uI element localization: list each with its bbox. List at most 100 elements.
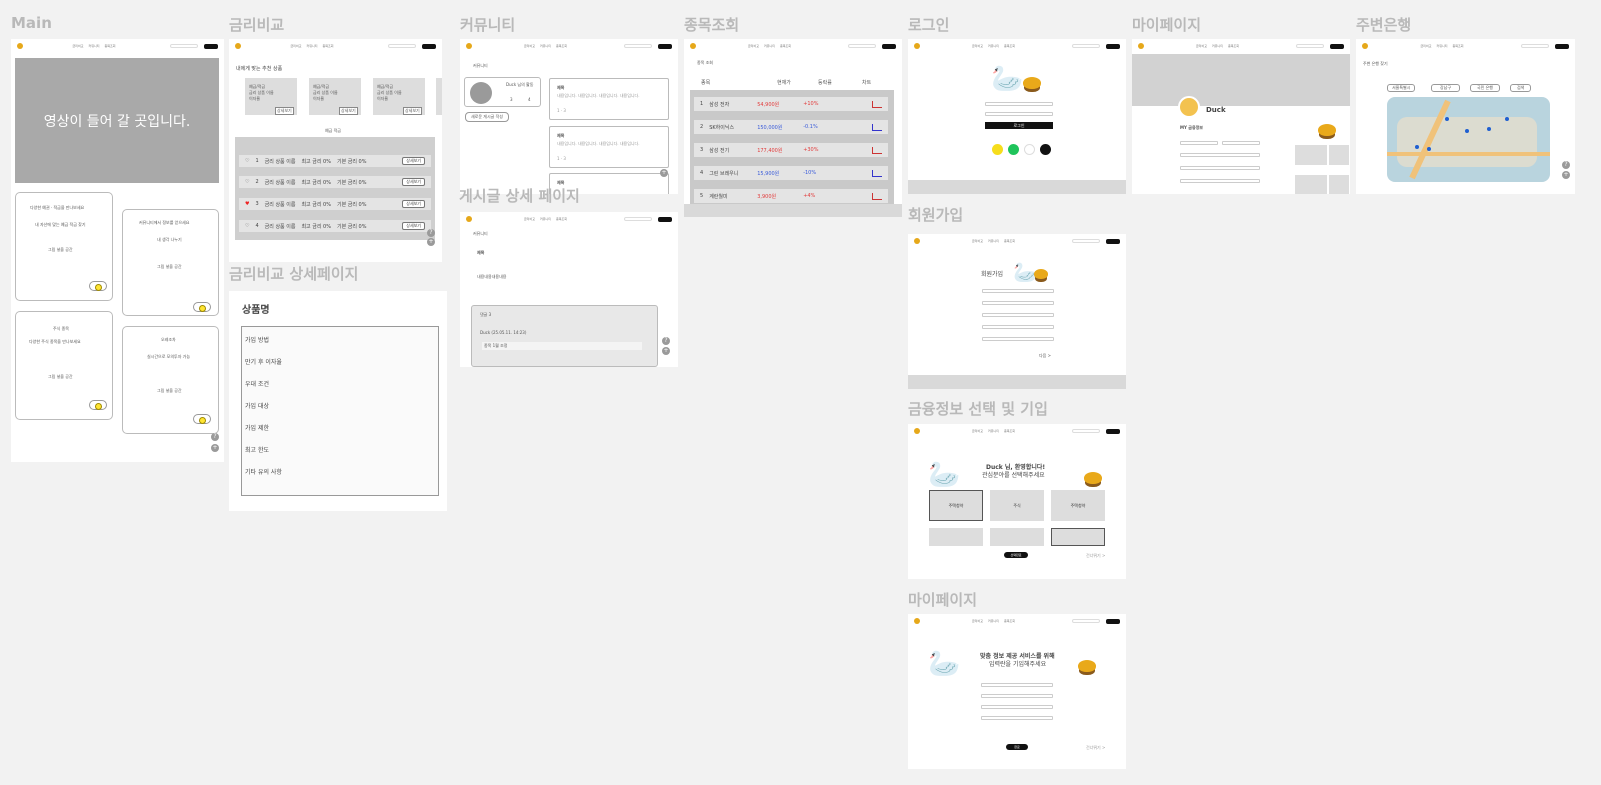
map-pin-icon[interactable] (1465, 129, 1469, 133)
heart-icon[interactable]: ♡ (245, 179, 249, 185)
go-button[interactable] (89, 281, 107, 291)
skip-link[interactable]: 건너뛰기 > (1086, 745, 1105, 751)
chart-icon[interactable] (872, 192, 882, 200)
id-field[interactable] (985, 102, 1053, 106)
cover-image (1132, 54, 1350, 106)
frame-main[interactable]: 금리비교 커뮤니티 종목조회 영상이 들어 갈 곳입니다. 다양한 예권 · 적금을… (11, 39, 224, 462)
nav-bar: 금리비교 커뮤니티 종목조회 (908, 39, 1126, 53)
stock-row[interactable]: 2 SK하이닉스 150,000원 -0.1% (694, 120, 888, 134)
chart-icon[interactable] (872, 100, 882, 108)
heart-icon[interactable]: ♥ (245, 201, 249, 207)
post-title: 제목 (477, 250, 485, 255)
naver-login-icon[interactable] (1008, 144, 1019, 155)
confirm-button[interactable]: 선택완료 (1004, 552, 1028, 558)
detail-button[interactable]: 상세보기 (275, 107, 294, 115)
password-field[interactable] (985, 112, 1053, 116)
apple-login-icon[interactable] (1040, 144, 1051, 155)
google-login-icon[interactable] (1024, 144, 1035, 155)
search-input[interactable] (170, 44, 198, 48)
chart-icon[interactable] (872, 123, 882, 131)
type-toggle[interactable]: 예금 적금 (325, 128, 341, 134)
signup-title: 회원가입 (981, 271, 1004, 278)
comment-box (471, 305, 658, 367)
feature-card-community[interactable]: 커뮤니티에서 정보를 얻으세요 내 생각 나누기 그림 넣을 공간 (122, 209, 219, 316)
bank-select[interactable]: 국민 은행 (1470, 84, 1500, 92)
search-button[interactable]: 검색 (1510, 84, 1532, 92)
new-post-button[interactable]: 새로운 게시글 작성 (465, 112, 509, 122)
map-pin-icon[interactable] (1415, 145, 1419, 149)
frame-community[interactable]: 금리비교 커뮤니티 종목조회 커뮤니티 Duck 님의 활동 3 4 새로운 게시글… (460, 39, 678, 194)
rate-row[interactable]: ♡ 2 금리 상품 이름 최고 금리 0% 기본 금리 0% 상세보기 (239, 176, 431, 188)
go-button[interactable] (193, 302, 211, 312)
bank-map[interactable] (1387, 97, 1550, 182)
frame-rate[interactable]: 금리비교 커뮤니티 종목조회 내에게 맞는 추천 상품 예금/적금 금리 상품 이름 이… (229, 39, 442, 262)
add-icon[interactable]: + (662, 347, 670, 355)
frame-bank[interactable]: 금리비교 커뮤니티 종목조회 주변 은행 찾기 서울특별시 강남구 국민 은행 검색… (1356, 39, 1575, 194)
next-button[interactable]: 다음 > (1039, 353, 1051, 359)
avatar[interactable] (1178, 96, 1200, 118)
add-icon[interactable]: + (211, 444, 219, 452)
frame-label-signup: 회원가입 (908, 206, 964, 224)
login-button[interactable]: 로그인 (985, 122, 1053, 129)
map-pin-icon[interactable] (1445, 117, 1449, 121)
chart-icon[interactable] (872, 169, 882, 177)
district-select[interactable]: 강남구 (1431, 84, 1461, 92)
go-button[interactable] (193, 414, 211, 424)
interest-option[interactable]: 주택청약 (1051, 490, 1105, 521)
frame-finance[interactable]: 금리비교 커뮤니티 종목조회 🦢 Duck 님, 환영합니다! 관심분야를 선택해주… (908, 424, 1126, 579)
nav-bar: 금리비교 커뮤니티 종목조회 (1356, 39, 1575, 53)
heart-icon[interactable]: ♡ (245, 223, 249, 229)
frame-login[interactable]: 금리비교 커뮤니티 종목조회 🦢 로그인 (908, 39, 1126, 194)
frame-rate-detail[interactable]: 상품명 가입 방법 만기 후 이자율 우대 조건 가입 대상 가입 제한 최고 … (229, 291, 447, 511)
login-button[interactable] (204, 43, 218, 49)
add-icon[interactable]: + (660, 169, 668, 177)
frame-mypage2[interactable]: 금리비교 커뮤니티 종목조회 🦢 맞춤 정보 제공 서비스를 위해 입력란을 기입해… (908, 614, 1126, 769)
interest-option[interactable]: 주식 (990, 490, 1044, 521)
interest-option[interactable]: 주택청약 (929, 490, 983, 521)
product-card[interactable]: 예금/적금 금리 상품 이름 이자율 상세보기 (245, 78, 297, 115)
rate-row[interactable]: ♡ 1 금리 상품 이름 최고 금리 0% 기본 금리 0% 상세보기 (239, 155, 431, 167)
stock-row[interactable]: 5 계란월미 3,900원 +4% (694, 189, 888, 203)
frame-signup[interactable]: 금리비교 커뮤니티 종목조회 회원가입 🦢 다음 > (908, 234, 1126, 389)
help-icon[interactable]: ? (1562, 161, 1570, 169)
stock-row[interactable]: 1 삼성 전자 54,900원 +10% (694, 97, 888, 111)
feature-card-savings[interactable]: 다양한 예권 · 적금을 만나보세요 내 자산에 맞는 예금 적금 찾기 그림 … (15, 192, 113, 301)
heart-icon[interactable]: ♡ (245, 158, 249, 164)
chart-icon[interactable] (872, 146, 882, 154)
skip-link[interactable]: 건너뛰기 > (1086, 553, 1105, 559)
stock-row[interactable]: 3 삼성 전기 177,400원 +30% (694, 143, 888, 157)
kakao-login-icon[interactable] (992, 144, 1003, 155)
submit-button[interactable]: 완료 (1006, 744, 1028, 750)
help-icon[interactable]: ? (427, 229, 435, 237)
interest-option[interactable] (990, 528, 1044, 546)
frame-label-mypage2: 마이페이지 (908, 591, 978, 609)
interest-option[interactable] (929, 528, 983, 546)
add-icon[interactable]: + (1562, 171, 1570, 179)
frame-label-stocks: 종목조회 (684, 16, 740, 34)
product-card[interactable]: 예금/적금 금리 상품 이름 이자율 상세보기 (309, 78, 361, 115)
nav-bar: 금리비교 커뮤니티 종목조회 (1132, 39, 1350, 53)
stock-row[interactable]: 4 그린 브레우니 15,900원 -10% (694, 166, 888, 180)
help-icon[interactable]: ? (211, 433, 219, 441)
map-pin-icon[interactable] (1427, 147, 1431, 151)
interest-option[interactable] (1051, 528, 1105, 546)
map-pin-icon[interactable] (1487, 127, 1491, 131)
post-card[interactable]: 제목 내용입니다. 내용입니다. 내용입니다. 내용입니다. 1 · 3 (549, 78, 669, 120)
add-icon[interactable]: + (427, 238, 435, 246)
map-pin-icon[interactable] (1505, 117, 1509, 121)
detail-button[interactable]: 상세보기 (403, 107, 422, 115)
feature-card-mock[interactable]: 오레조차 실시간으로 모의투자 가능 그림 넣을 공간 (122, 326, 219, 434)
frame-mypage[interactable]: 금리비교 커뮤니티 종목조회 Duck MY 금융정보 (1132, 39, 1350, 194)
detail-button[interactable]: 상세보기 (339, 107, 358, 115)
rate-row[interactable]: ♥ 3 금리 상품 이름 최고 금리 0% 기본 금리 0% 상세보기 (239, 198, 431, 210)
help-icon[interactable]: ? (662, 337, 670, 345)
frame-post-detail[interactable]: 금리비교 커뮤니티 종목조회 커뮤니티 제목 내용내용내용내용 댓글 3 Duck … (460, 212, 678, 367)
feature-card-stocks[interactable]: 주식 종목 다양한 주식 종목을 만나보세요 그림 넣을 공간 (15, 311, 113, 420)
product-card[interactable]: 예금/적금 금리 상품 이름 이자율 상세보기 (373, 78, 425, 115)
frame-stocks[interactable]: 금리비교 커뮤니티 종목조회 종목 조회 종목 현재가 등락률 차트 1 삼성 전자 5… (684, 39, 902, 217)
nav-bar: 금리비교 커뮤니티 종목조회 (11, 39, 224, 53)
rate-row[interactable]: ♡ 4 금리 상품 이름 최고 금리 0% 기본 금리 0% 상세보기 (239, 220, 431, 232)
go-button[interactable] (89, 400, 107, 410)
post-card[interactable]: 제목 내용입니다. 내용입니다. 내용입니다. 내용입니다. 1 · 3 (549, 126, 669, 168)
region-select[interactable]: 서울특별시 (1387, 84, 1416, 92)
